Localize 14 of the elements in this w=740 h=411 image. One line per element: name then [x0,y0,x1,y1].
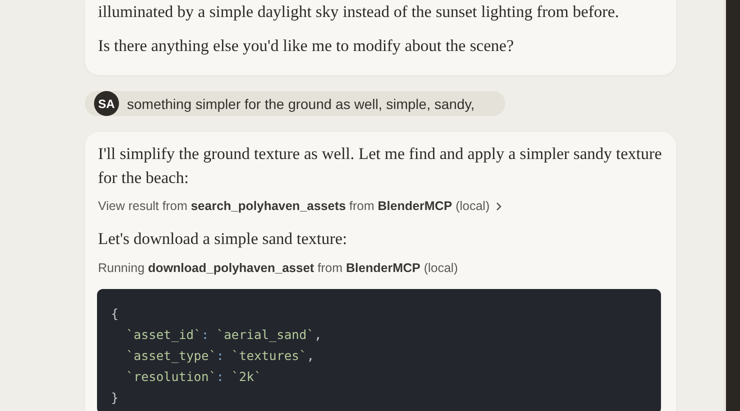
code-line: `asset_id`: `aerial_sand`, [125,326,323,344]
message-paragraph: Is there anything else you'd like me to modify about the scene? [98,34,515,57]
user-avatar: SA [94,91,119,116]
message-paragraph: illuminated by a simple daylight sky instead of the sunset lighting from before. [98,1,620,23]
user-message-text: something simpler for the ground as well, simple, sandy, [127,96,475,112]
code-line: } [111,388,120,406]
tool-status-text: Running download_polyhaven_asset from BlenderMCP (local) [98,260,458,274]
code-line: `resolution`: `2k` [125,368,263,386]
tool-result-link[interactable]: View result from search_polyhaven_assets from BlenderMCP (local) [98,199,490,213]
message-paragraph: Let's download a simple sand texture: [98,228,348,250]
chevron-right-icon[interactable] [496,202,502,210]
code-line: `asset_type`: `textures`, [125,346,316,365]
message-paragraph: I'll simplify the ground texture as well. Let me find and apply a simpler sandy texture for the beach: [98,143,662,188]
code-line: { [111,304,120,322]
